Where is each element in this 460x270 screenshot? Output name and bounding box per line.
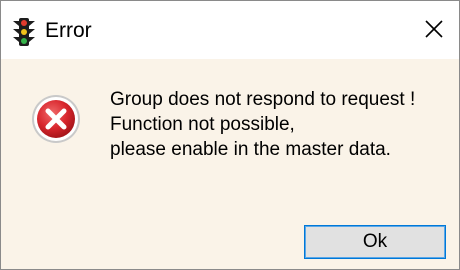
dialog-content: Group does not respond to request ! Func… xyxy=(1,59,459,269)
close-button[interactable] xyxy=(419,14,449,44)
ok-button[interactable]: Ok xyxy=(304,225,446,259)
message-line: please enable in the master data. xyxy=(110,139,391,160)
close-icon xyxy=(425,20,443,38)
title-bar[interactable]: Error xyxy=(1,1,459,59)
error-dialog: Error Group does not respond to request … xyxy=(0,0,460,270)
message-line: Function not possible, xyxy=(110,114,295,135)
dialog-title: Error xyxy=(45,19,92,42)
traffic-light-icon xyxy=(13,18,35,46)
message-line: Group does not respond to request ! xyxy=(110,89,416,110)
error-icon xyxy=(31,94,81,144)
error-message: Group does not respond to request ! Func… xyxy=(110,87,415,162)
